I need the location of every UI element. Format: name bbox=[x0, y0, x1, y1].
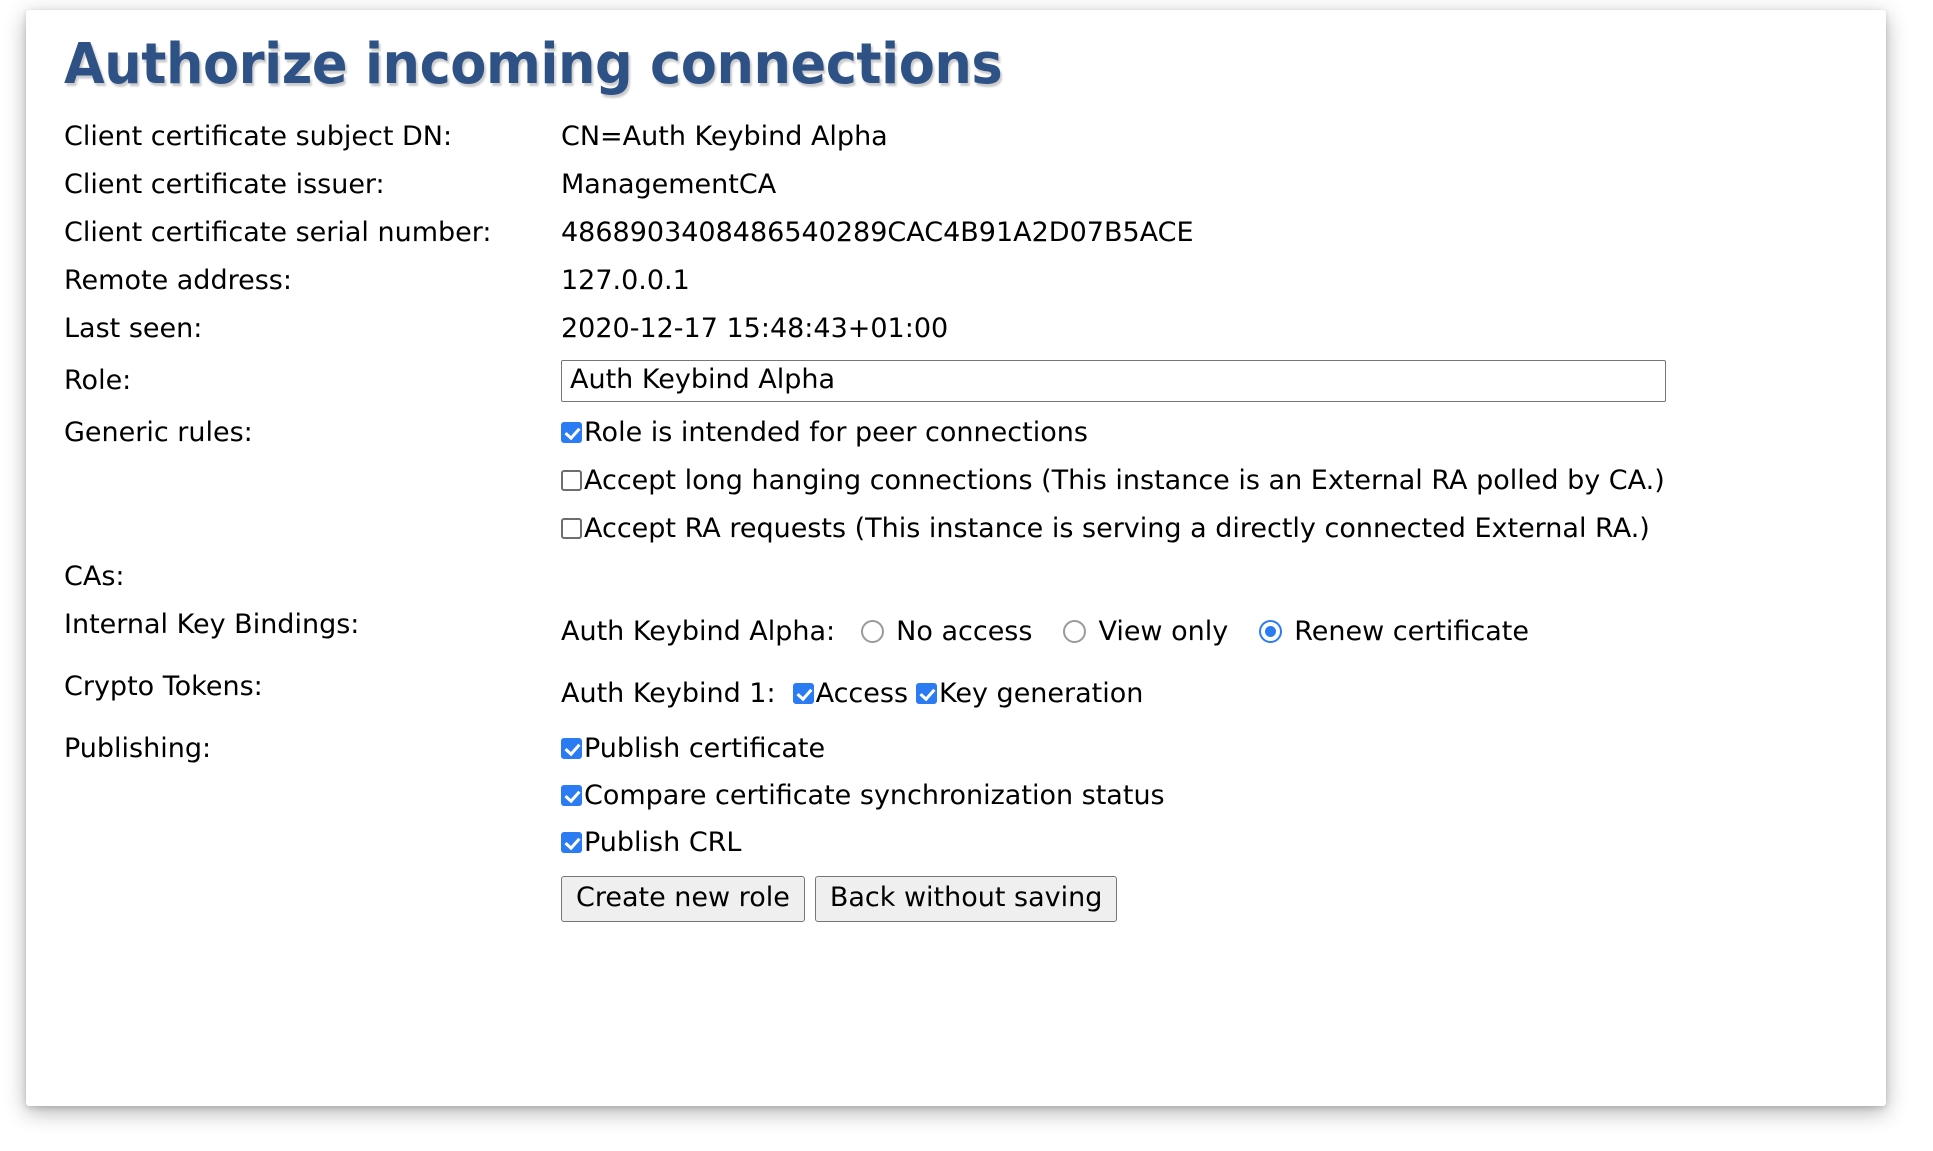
checkbox-row-key-generation[interactable]: Key generation bbox=[916, 678, 1143, 709]
cas-label: CAs: bbox=[64, 560, 125, 592]
page-title: Authorize incoming connections bbox=[64, 32, 1003, 97]
last-seen-value: 2020-12-17 15:48:43+01:00 bbox=[561, 312, 949, 344]
cas-value-empty bbox=[561, 553, 1886, 601]
checkbox-row-ra-requests[interactable]: Accept RA requests (This instance is ser… bbox=[561, 505, 1886, 553]
publishing-group: Publish certificate Compare certificate … bbox=[561, 725, 1886, 922]
checkbox-label-long-hanging: Accept long hanging connections (This in… bbox=[584, 465, 1665, 497]
checkbox-long-hanging-icon[interactable] bbox=[561, 470, 582, 492]
crypto-tokens-label: Crypto Tokens: bbox=[64, 670, 263, 702]
checkbox-row-publish-certificate[interactable]: Publish certificate bbox=[561, 725, 1886, 772]
serial-number-label: Client certificate serial number: bbox=[64, 216, 492, 248]
card-content: Authorize incoming connections Client ce… bbox=[26, 10, 1886, 922]
remote-address-label: Remote address: bbox=[64, 264, 292, 296]
internal-key-bindings-label: Internal Key Bindings: bbox=[64, 608, 360, 640]
generic-rules-group: Role is intended for peer connections Ac… bbox=[561, 409, 1886, 553]
remote-address-value: 127.0.0.1 bbox=[561, 264, 690, 296]
checkbox-label-publish-certificate: Publish certificate bbox=[584, 732, 826, 764]
checkbox-label-publish-crl: Publish CRL bbox=[584, 826, 742, 858]
issuer-label: Client certificate issuer: bbox=[64, 168, 385, 200]
radio-row-view-only[interactable]: View only bbox=[1063, 616, 1228, 647]
checkbox-compare-sync-status-icon[interactable] bbox=[561, 784, 582, 806]
checkbox-row-publish-crl[interactable]: Publish CRL bbox=[561, 819, 1886, 866]
radio-view-only-icon[interactable] bbox=[1063, 620, 1087, 644]
back-without-saving-button[interactable]: Back without saving bbox=[814, 875, 1118, 922]
radio-label-no-access: No access bbox=[896, 616, 1033, 648]
radio-label-view-only: View only bbox=[1098, 616, 1229, 648]
checkbox-label-peer-connections: Role is intended for peer connections bbox=[584, 417, 1088, 449]
checkbox-label-ra-requests: Accept RA requests (This instance is ser… bbox=[584, 513, 1650, 545]
internal-key-bindings-row: Auth Keybind Alpha: No access View only … bbox=[561, 601, 1886, 663]
key-binding-entry-name: Auth Keybind Alpha: bbox=[561, 616, 836, 648]
checkbox-row-peer-connections[interactable]: Role is intended for peer connections bbox=[561, 409, 1886, 457]
checkbox-row-long-hanging[interactable]: Accept long hanging connections (This in… bbox=[561, 457, 1886, 505]
issuer-value: ManagementCA bbox=[561, 168, 777, 200]
checkbox-label-compare-sync-status: Compare certificate synchronization stat… bbox=[584, 779, 1165, 811]
role-label: Role: bbox=[64, 364, 132, 396]
role-input-wrapper bbox=[561, 353, 1886, 409]
generic-rules-label: Generic rules: bbox=[64, 416, 253, 448]
radio-row-renew-certificate[interactable]: Renew certificate bbox=[1259, 616, 1529, 647]
checkbox-ra-requests-icon[interactable] bbox=[561, 518, 582, 540]
publishing-label: Publishing: bbox=[64, 732, 212, 764]
checkbox-label-key-generation: Key generation bbox=[939, 678, 1144, 710]
checkbox-key-generation-icon[interactable] bbox=[916, 683, 938, 705]
radio-no-access-icon[interactable] bbox=[861, 620, 885, 644]
radio-renew-certificate-icon[interactable] bbox=[1259, 620, 1283, 644]
checkbox-label-token-access: Access bbox=[815, 678, 909, 710]
role-input[interactable] bbox=[561, 359, 1666, 402]
checkbox-publish-crl-icon[interactable] bbox=[561, 831, 582, 853]
crypto-token-entry-name: Auth Keybind 1: bbox=[561, 678, 776, 710]
checkbox-publish-certificate-icon[interactable] bbox=[561, 737, 582, 759]
subject-dn-label: Client certificate subject DN: bbox=[64, 120, 453, 152]
last-seen-label: Last seen: bbox=[64, 312, 203, 344]
authorize-form: Client certificate subject DN: CN=Auth K… bbox=[64, 113, 1886, 922]
checkbox-row-token-access[interactable]: Access bbox=[792, 678, 909, 710]
subject-dn-value: CN=Auth Keybind Alpha bbox=[561, 120, 888, 152]
crypto-tokens-row: Auth Keybind 1: Access Key generation bbox=[561, 663, 1886, 725]
radio-row-no-access[interactable]: No access bbox=[861, 616, 1032, 647]
checkbox-token-access-icon[interactable] bbox=[792, 683, 814, 705]
authorize-connections-card: Authorize incoming connections Client ce… bbox=[26, 10, 1886, 1106]
checkbox-row-compare-sync-status[interactable]: Compare certificate synchronization stat… bbox=[561, 772, 1886, 819]
serial-number-value: 4868903408486540289CAC4B91A2D07B5ACE bbox=[561, 216, 1194, 248]
create-new-role-button[interactable]: Create new role bbox=[561, 875, 805, 922]
checkbox-peer-connections-icon[interactable] bbox=[561, 422, 582, 444]
form-actions: Create new role Back without saving bbox=[561, 875, 1886, 922]
radio-label-renew-certificate: Renew certificate bbox=[1294, 616, 1530, 648]
